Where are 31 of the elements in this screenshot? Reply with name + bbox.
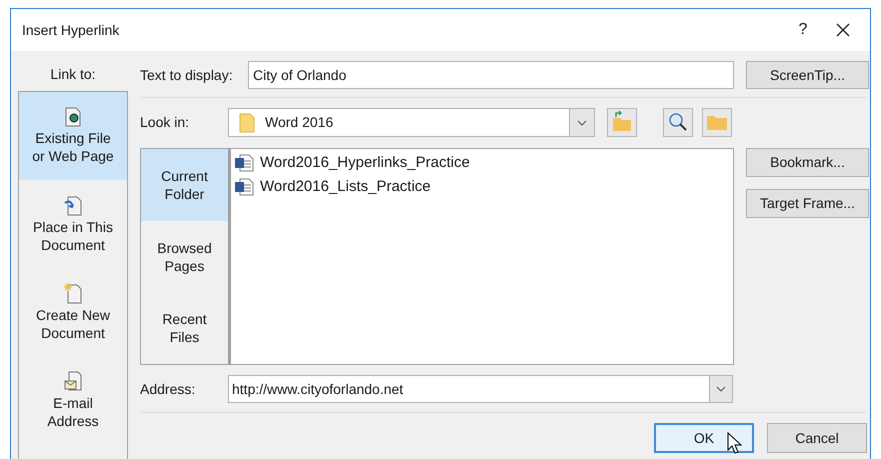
document-arrow-icon: [64, 194, 82, 216]
look-in-value: Word 2016: [265, 113, 334, 132]
side-button[interactable]: Target Frame...: [746, 189, 869, 218]
folder-icon: [239, 112, 255, 132]
mouse-pointer-icon: [727, 432, 743, 456]
browse-tab[interactable]: Current Folder: [141, 149, 228, 221]
look-in-dropdown[interactable]: Word 2016: [228, 108, 595, 137]
file-item[interactable]: Word2016_Hyperlinks_Practice: [234, 151, 733, 175]
screentip-button[interactable]: ScreenTip...: [746, 61, 869, 89]
word-document-icon: [234, 178, 254, 196]
close-icon[interactable]: [836, 23, 850, 37]
file-item[interactable]: Word2016_Lists_Practice: [234, 175, 733, 199]
look-in-label: Look in:: [140, 113, 190, 132]
folder-up-icon[interactable]: [607, 108, 637, 137]
text-to-display-label: Text to display:: [140, 66, 234, 85]
address-field[interactable]: http://www.cityoforlando.net: [228, 375, 709, 403]
document-envelope-icon: [64, 370, 82, 392]
folder-icon[interactable]: [702, 108, 732, 137]
text-to-display-field[interactable]: City of Orlando: [248, 61, 734, 89]
document-globe-icon: [65, 107, 81, 127]
window-title: Insert Hyperlink: [22, 20, 120, 40]
side-button[interactable]: Bookmark...: [746, 148, 869, 177]
help-button[interactable]: ?: [788, 18, 818, 42]
word-document-icon: [234, 154, 254, 172]
link-to-label: Link to:: [49, 65, 97, 84]
browse-web-icon[interactable]: [663, 108, 693, 137]
link-to-option[interactable]: Existing File or Web Page: [19, 92, 127, 180]
dialog-button[interactable]: Cancel: [767, 423, 867, 453]
address-label: Address:: [140, 380, 196, 398]
new-document-icon: [64, 282, 82, 304]
dialog-button[interactable]: OK: [654, 423, 754, 453]
